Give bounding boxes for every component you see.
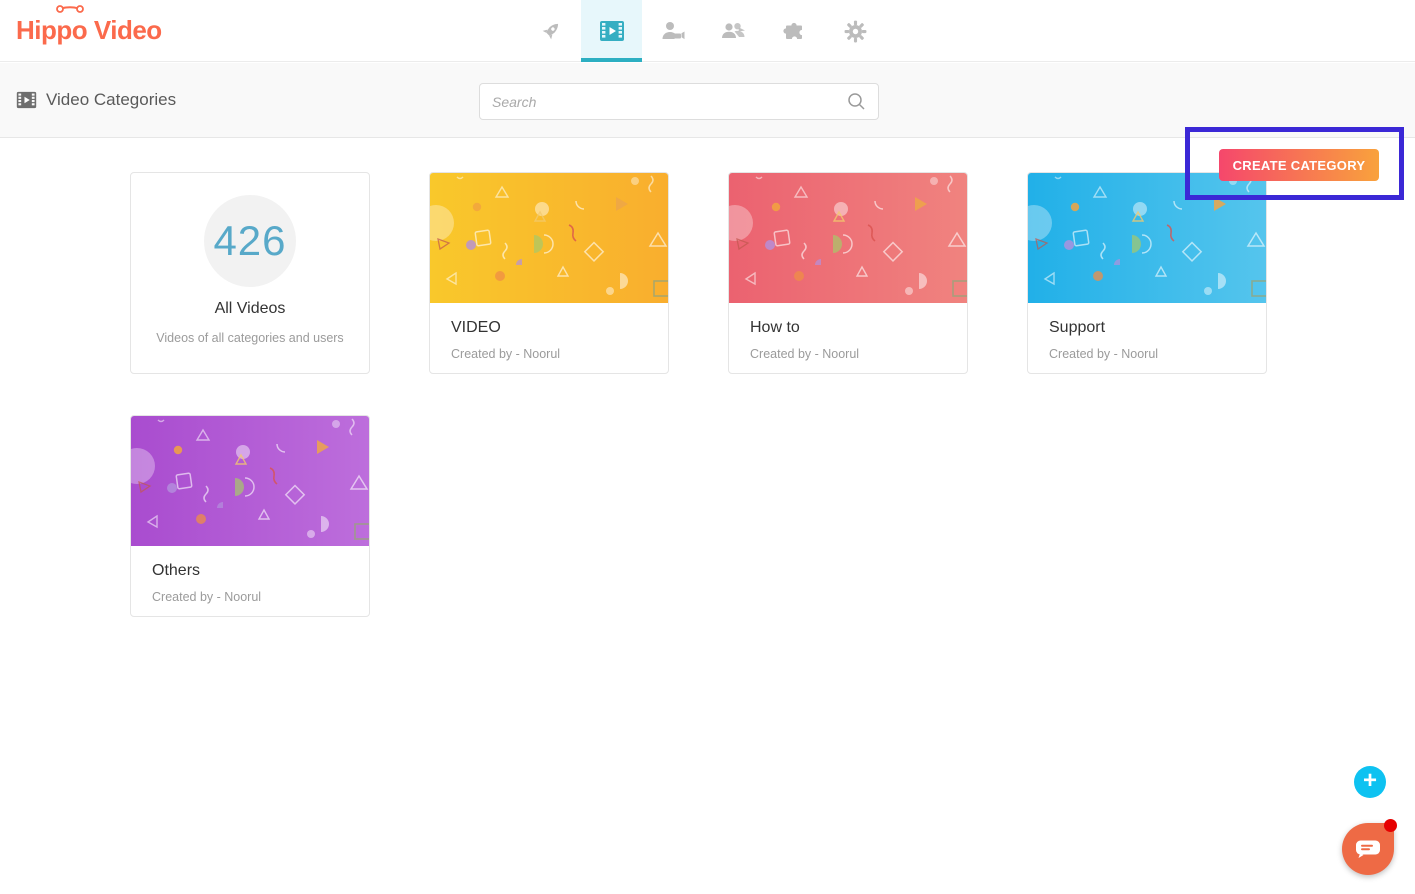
- integrations-icon: [782, 19, 807, 44]
- card-subtitle: Videos of all categories and users: [131, 331, 369, 345]
- card-title: VIDEO: [451, 319, 647, 337]
- card-title: All Videos: [131, 300, 369, 318]
- plus-icon: +: [1363, 767, 1377, 794]
- card-banner: [430, 173, 668, 303]
- search-box: [479, 83, 879, 120]
- tab-video-library[interactable]: [581, 0, 642, 62]
- chat-widget-button[interactable]: [1342, 823, 1394, 875]
- card-title: Support: [1049, 319, 1245, 337]
- page-header-bar: Video Categories CREATE CATEGORY: [0, 63, 1415, 138]
- confetti-pattern: [430, 173, 668, 303]
- card-created-by: Created by - Noorul: [1049, 347, 1245, 361]
- settings-icon: [843, 19, 868, 44]
- confetti-pattern: [131, 416, 369, 546]
- annotation-highlight-box: CREATE CATEGORY: [1185, 127, 1404, 200]
- tab-launch[interactable]: [520, 0, 581, 62]
- rocket-icon: [539, 19, 563, 43]
- tab-integrations[interactable]: [764, 0, 825, 62]
- main-nav-tabs: [520, 0, 886, 62]
- card-banner: [729, 173, 967, 303]
- page-title: Video Categories: [16, 90, 176, 110]
- all-videos-card[interactable]: 426 All Videos Videos of all categories …: [130, 172, 370, 374]
- category-card-how-to[interactable]: How to Created by - Noorul: [728, 172, 968, 374]
- category-card-video[interactable]: VIDEO Created by - Noorul: [429, 172, 669, 374]
- tab-settings[interactable]: [825, 0, 886, 62]
- search-icon[interactable]: [847, 92, 878, 111]
- hippo-head-icon: [53, 3, 87, 21]
- video-category-icon: [16, 91, 37, 109]
- hippo-video-logo[interactable]: Hippo Video: [16, 15, 162, 46]
- video-library-icon: [599, 20, 625, 42]
- card-created-by: Created by - Noorul: [152, 590, 348, 604]
- category-card-others[interactable]: Others Created by - Noorul: [130, 415, 370, 617]
- card-created-by: Created by - Noorul: [451, 347, 647, 361]
- confetti-pattern: [729, 173, 967, 303]
- create-category-button[interactable]: CREATE CATEGORY: [1219, 149, 1379, 181]
- page-title-text: Video Categories: [46, 90, 176, 110]
- search-input[interactable]: [480, 94, 847, 110]
- chat-notification-dot: [1384, 819, 1397, 832]
- card-created-by: Created by - Noorul: [750, 347, 946, 361]
- tab-contacts-video[interactable]: [642, 0, 703, 62]
- chat-icon: [1355, 839, 1381, 859]
- card-title: Others: [152, 562, 348, 580]
- card-banner: [131, 416, 369, 546]
- video-count-circle: 426: [204, 195, 296, 287]
- video-count: 426: [213, 217, 286, 265]
- top-navigation-bar: Hippo Video: [0, 0, 1415, 62]
- floating-add-button[interactable]: +: [1354, 766, 1386, 798]
- card-title: How to: [750, 319, 946, 337]
- contacts-video-icon: [660, 19, 686, 43]
- logo-text: Hippo Video: [16, 15, 162, 45]
- category-card-support[interactable]: Support Created by - Noorul: [1027, 172, 1267, 374]
- teams-icon: [720, 19, 747, 43]
- tab-teams[interactable]: [703, 0, 764, 62]
